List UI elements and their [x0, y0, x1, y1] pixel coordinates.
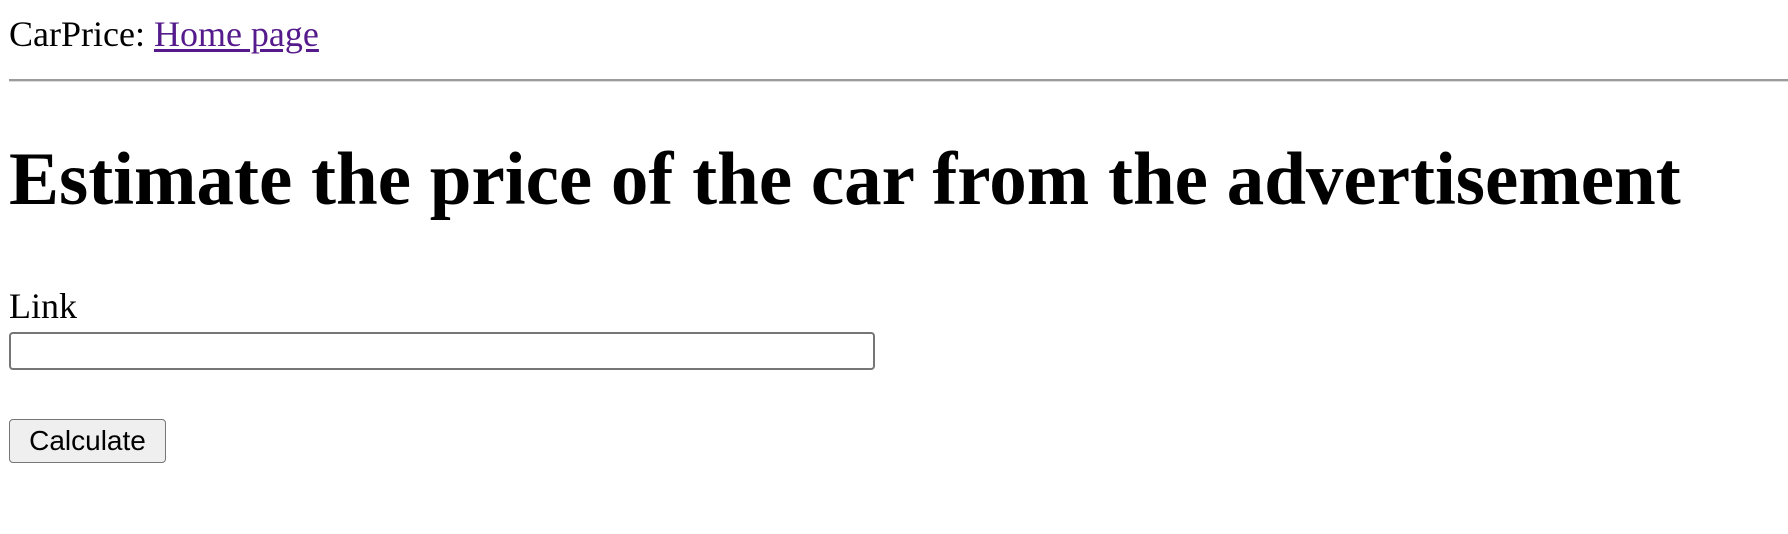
- top-nav: CarPrice: Home page: [9, 12, 319, 56]
- link-label: Link: [9, 286, 77, 326]
- brand-label: CarPrice:: [9, 14, 145, 54]
- horizontal-divider: [9, 79, 1788, 82]
- home-page-link[interactable]: Home page: [154, 14, 319, 54]
- page: CarPrice: Home page Estimate the price o…: [0, 0, 1788, 534]
- page-title: Estimate the price of the car from the a…: [9, 138, 1681, 221]
- calculate-button[interactable]: Calculate: [9, 419, 166, 463]
- link-input[interactable]: [9, 332, 875, 370]
